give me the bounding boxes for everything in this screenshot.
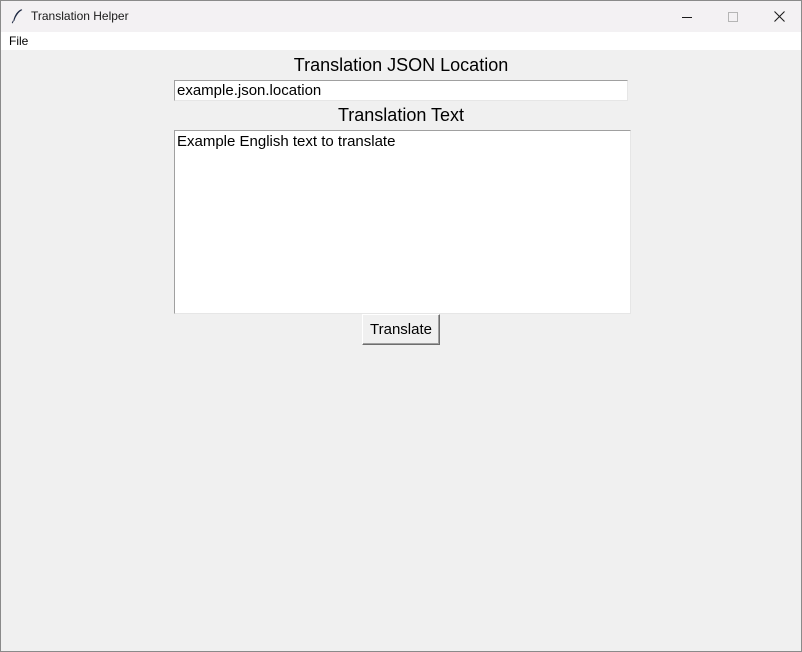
minimize-icon [682, 16, 692, 18]
app-window: Translation Helper File Translation JSON… [0, 0, 802, 652]
close-icon [773, 11, 785, 22]
translation-text-label: Translation Text [337, 105, 465, 125]
json-location-label: Translation JSON Location [293, 55, 509, 75]
menu-bar: File [1, 32, 801, 50]
maximize-icon [728, 11, 738, 22]
menu-item-file[interactable]: File [8, 34, 29, 48]
feather-icon [11, 9, 23, 24]
json-location-input[interactable] [174, 80, 628, 101]
window-title: Translation Helper [31, 9, 129, 23]
translate-button[interactable]: Translate [362, 314, 440, 345]
minimize-button[interactable] [664, 1, 710, 32]
close-button[interactable] [756, 1, 801, 32]
translation-text-area[interactable]: Example English text to translate [174, 130, 631, 314]
maximize-button[interactable] [710, 1, 756, 32]
title-bar[interactable]: Translation Helper [1, 1, 801, 32]
